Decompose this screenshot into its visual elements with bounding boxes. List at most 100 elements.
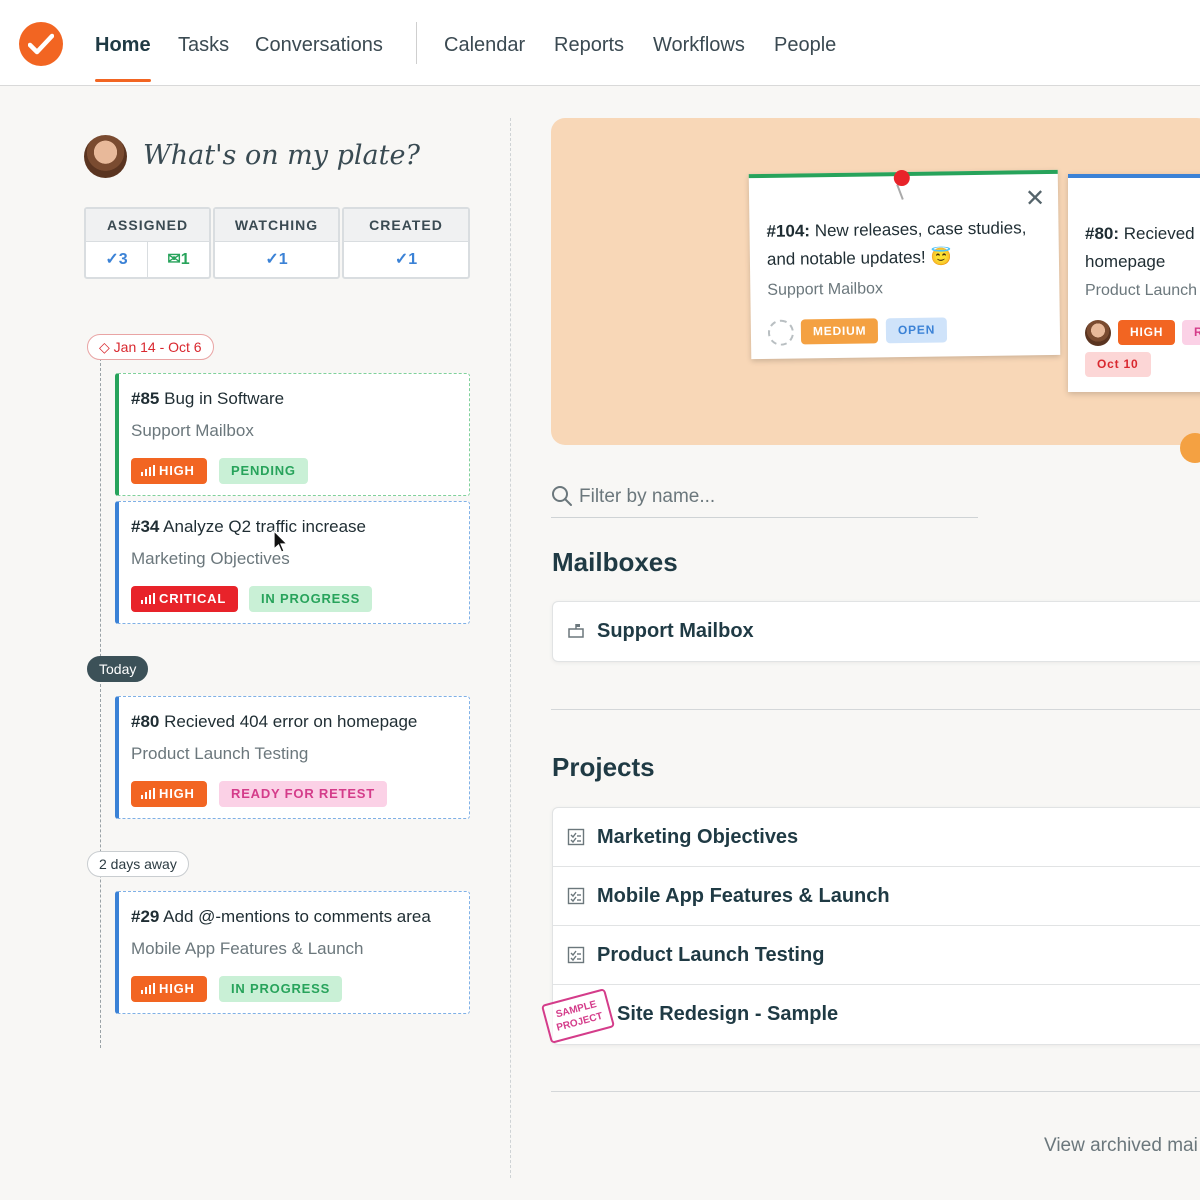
corkboard-scroll-handle[interactable] [1180, 433, 1200, 463]
note-id: #80: [1085, 224, 1120, 243]
priority-badge: CRITICAL [131, 586, 239, 612]
column-divider [510, 118, 511, 1178]
nav-reports[interactable]: Reports [554, 33, 624, 57]
nav-conversations[interactable]: Conversations [255, 33, 383, 57]
priority-badge: MEDIUM [800, 318, 879, 345]
project-label: Product Launch Testing [597, 944, 825, 966]
project-row[interactable]: Marketing Objectives [553, 808, 1200, 867]
days-away-pill: 2 days away [87, 851, 189, 877]
task-project: Marketing Objectives [131, 549, 290, 568]
diamond-icon: ◇ [99, 339, 114, 355]
nav-workflows[interactable]: Workflows [653, 33, 745, 57]
check-icon: ✓ [265, 251, 279, 268]
task-card[interactable]: #85 Bug in Software Support Mailbox HIGH… [115, 373, 470, 496]
unassigned-avatar-icon[interactable] [767, 319, 795, 346]
note-title-line1: New releases, case studies, [814, 218, 1027, 241]
project-label: Mobile App Features & Launch [597, 885, 890, 907]
task-card[interactable]: #80 Recieved 404 error on homepage Produ… [115, 696, 470, 819]
status-badge: R [1182, 320, 1200, 345]
note-project: Support Mailbox [767, 280, 884, 299]
created-tasks-value: 1 [408, 251, 418, 268]
user-avatar[interactable] [84, 135, 127, 178]
assignee-avatar[interactable] [1085, 320, 1111, 346]
project-checklist-icon [567, 887, 585, 905]
top-nav-bar: Home Tasks Conversations Calendar Report… [0, 0, 1200, 86]
task-name: Add @-mentions to comments area [163, 907, 431, 926]
view-archived-link[interactable]: View archived mai [1044, 1135, 1198, 1157]
pin-stem [896, 184, 904, 200]
mail-icon: ✉ [167, 251, 181, 268]
pinned-note[interactable]: ✕ #104: New releases, case studies, and n… [748, 169, 1061, 360]
assigned-mail-value: 1 [180, 251, 190, 268]
status-badge: OPEN [885, 317, 948, 344]
project-list: Marketing Objectives Mobile App Features… [540, 807, 1200, 1045]
mouse-cursor-icon [273, 530, 289, 553]
corkboard: ✕ #104: New releases, case studies, and n… [551, 118, 1200, 445]
task-title: #80 Recieved 404 error on homepage [131, 712, 417, 732]
watching-tasks-value: 1 [278, 251, 288, 268]
project-row[interactable]: Product Launch Testing [553, 926, 1200, 985]
task-card[interactable]: #34 Analyze Q2 traffic increase Marketin… [115, 501, 470, 624]
note-id: #104: [766, 221, 811, 241]
mailboxes-heading: Mailboxes [552, 547, 678, 577]
due-date-badge: Oct 10 [1085, 352, 1151, 377]
close-icon[interactable]: ✕ [1025, 184, 1046, 213]
task-name: Bug in Software [164, 389, 285, 408]
date-range-label: Jan 14 - Oct 6 [113, 339, 202, 355]
mailbox-row[interactable]: Support Mailbox [553, 602, 1200, 661]
created-tasks-count[interactable]: ✓1 [344, 242, 468, 277]
task-id: #85 [131, 389, 160, 408]
note-title-line2: and notable updates! 😇 [766, 247, 952, 269]
active-tab-indicator [95, 79, 151, 82]
section-divider [551, 709, 1200, 710]
mailbox-label: Support Mailbox [597, 620, 754, 642]
nav-calendar[interactable]: Calendar [444, 33, 525, 57]
nav-home[interactable]: Home [95, 33, 151, 57]
task-title: #29 Add @-mentions to comments area [131, 907, 431, 927]
assigned-label: ASSIGNED [86, 209, 209, 242]
today-pill: Today [87, 656, 149, 682]
projects-heading: Projects [552, 752, 655, 782]
task-card[interactable]: #29 Add @-mentions to comments area Mobi… [115, 891, 470, 1014]
pin-icon [893, 169, 910, 187]
plate-title: What's on my plate? [143, 140, 420, 171]
priority-badge: HIGH [1118, 320, 1176, 345]
project-row[interactable]: SAMPLE PROJECT Site Redesign - Sample [540, 985, 1200, 1044]
pinned-note[interactable]: #80: Recieved homepage Product Launch HIG… [1068, 174, 1200, 392]
app-logo-icon[interactable] [19, 22, 63, 66]
priority-label: CRITICAL [159, 591, 227, 606]
created-counter: CREATED ✓1 [342, 207, 470, 279]
created-label: CREATED [344, 209, 468, 242]
assigned-mail-count[interactable]: ✉1 [147, 242, 209, 277]
assigned-tasks-value: 3 [118, 251, 128, 268]
nav-tasks[interactable]: Tasks [178, 33, 229, 57]
priority-bars-icon [141, 593, 155, 604]
assigned-tasks-count[interactable]: ✓3 [86, 242, 147, 277]
priority-bars-icon [141, 465, 155, 476]
watching-counter: WATCHING ✓1 [213, 207, 340, 279]
priority-badge: HIGH [131, 781, 207, 807]
task-project: Support Mailbox [131, 421, 254, 440]
priority-label: HIGH [159, 981, 195, 996]
filter-input[interactable] [579, 483, 969, 511]
nav-people[interactable]: People [774, 33, 836, 57]
mailbox-list: Support Mailbox [552, 601, 1200, 662]
priority-label: HIGH [159, 786, 195, 801]
project-label: Marketing Objectives [597, 826, 799, 848]
priority-badge: HIGH [131, 976, 207, 1002]
project-row[interactable]: Mobile App Features & Launch [553, 867, 1200, 926]
assigned-counter: ASSIGNED ✓3 ✉1 [84, 207, 211, 279]
task-name: Recieved 404 error on homepage [164, 712, 418, 731]
task-project: Product Launch Testing [131, 744, 309, 763]
note-title: #104: New releases, case studies, and not… [766, 214, 1052, 274]
mailbox-icon [568, 624, 584, 638]
filter-field [551, 480, 978, 518]
note-title-line2: homepage [1085, 252, 1166, 271]
watching-tasks-count[interactable]: ✓1 [215, 242, 338, 277]
search-icon [552, 486, 572, 506]
task-project: Mobile App Features & Launch [131, 939, 364, 958]
priority-bars-icon [141, 983, 155, 994]
check-icon: ✓ [394, 251, 409, 268]
task-title: #34 Analyze Q2 traffic increase [131, 517, 366, 537]
task-id: #29 [131, 907, 160, 926]
